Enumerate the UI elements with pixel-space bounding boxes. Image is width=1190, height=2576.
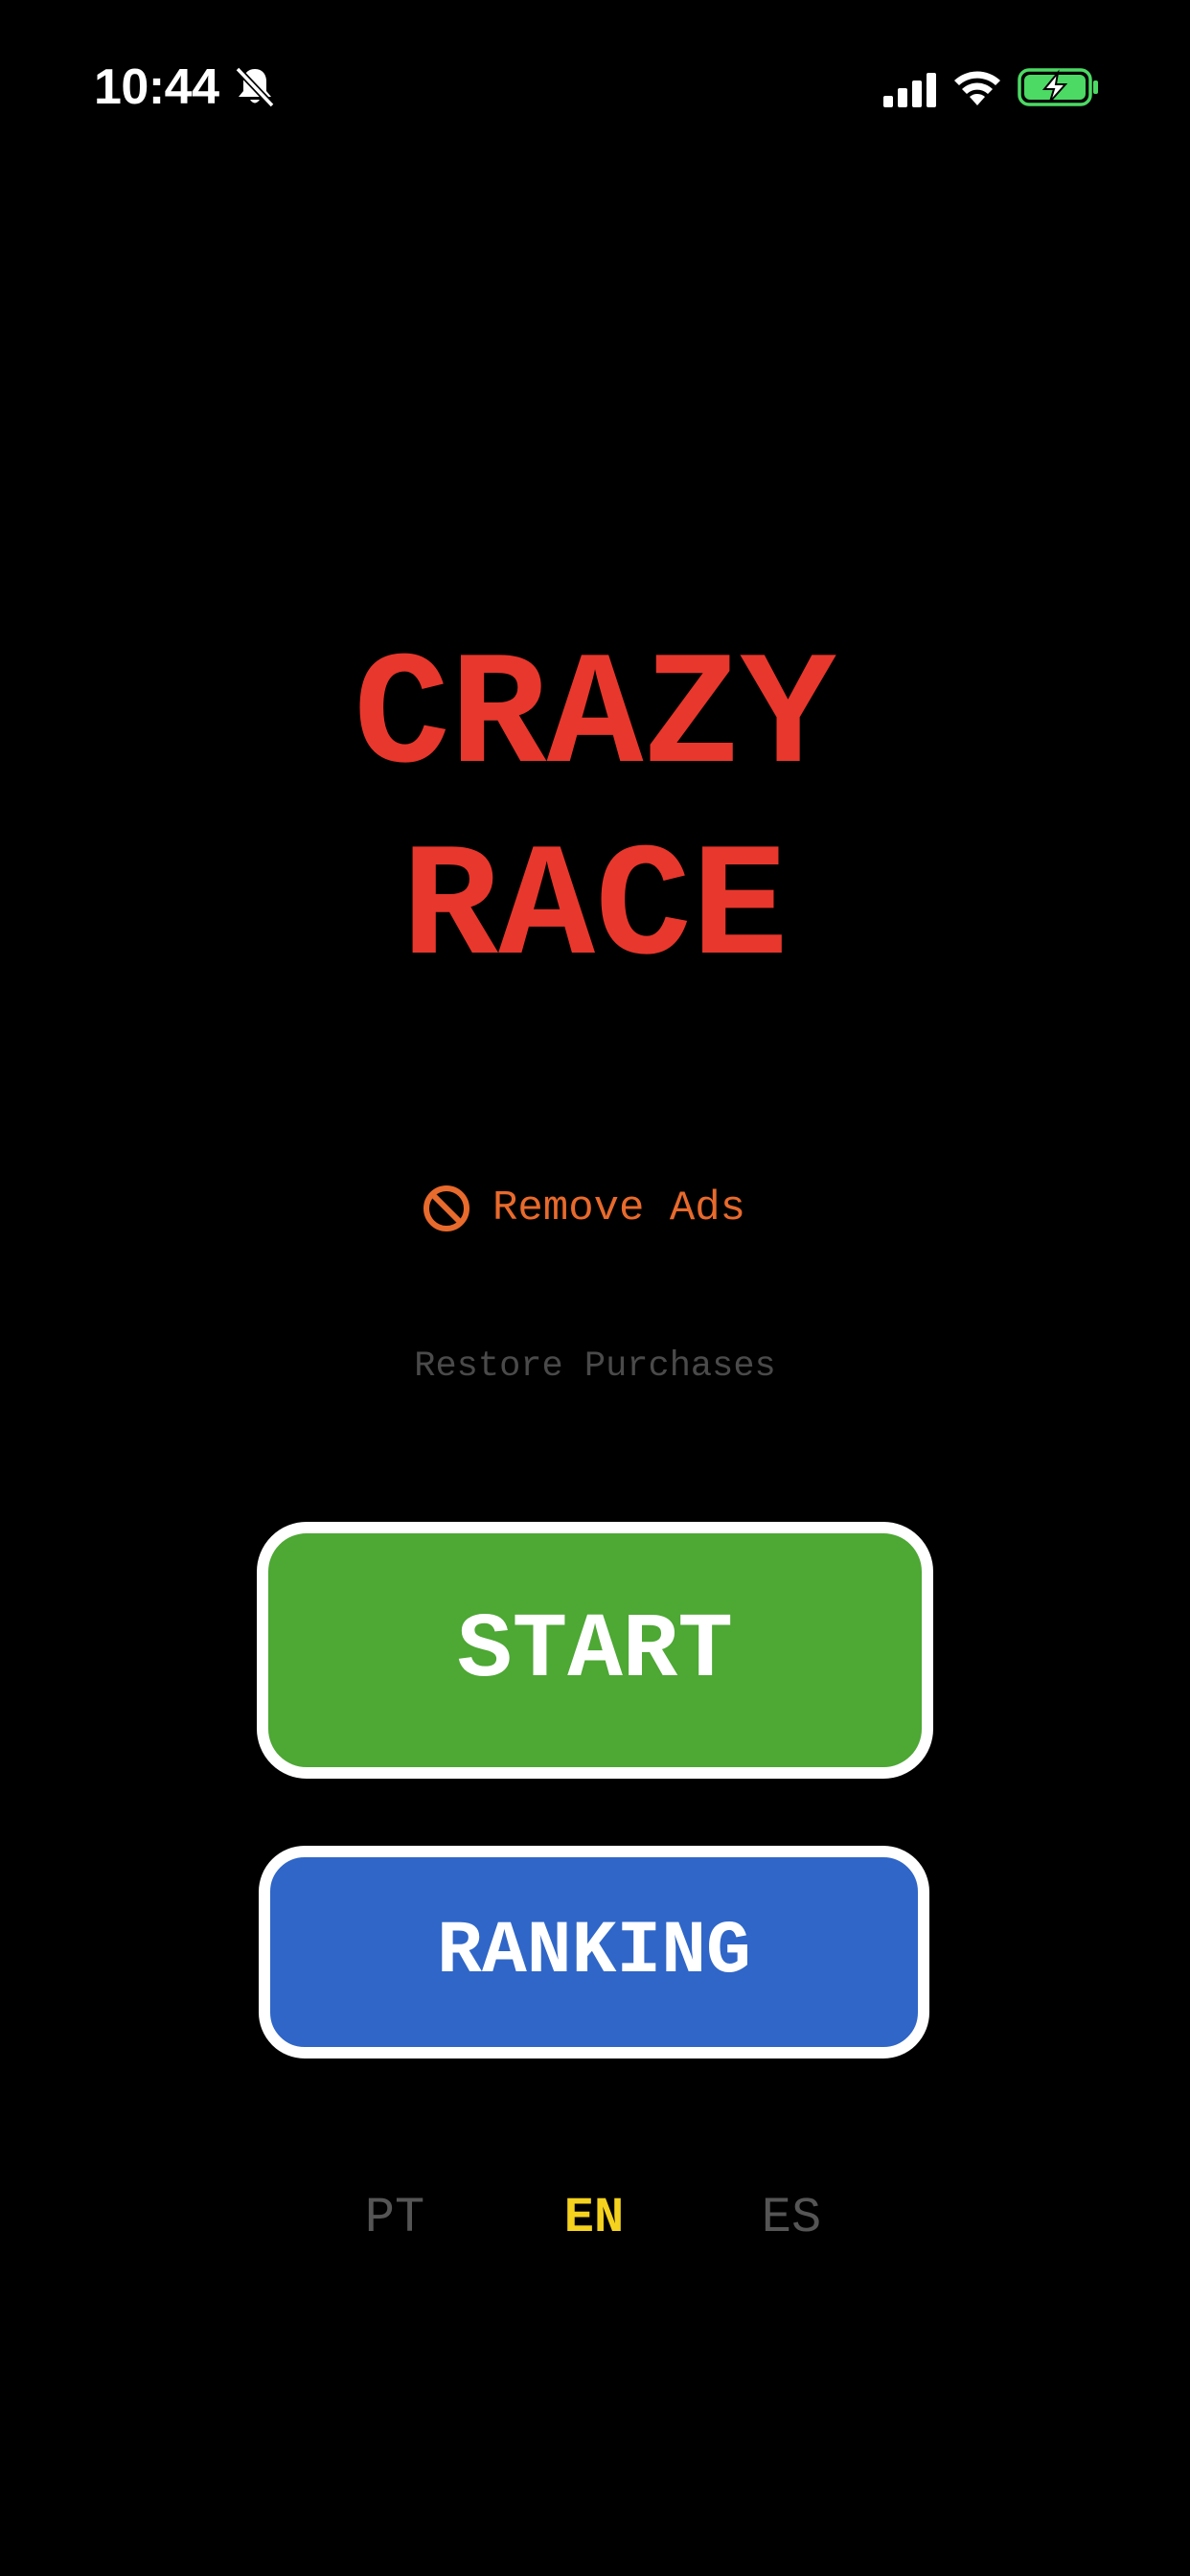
remove-ads-button[interactable]: Remove Ads xyxy=(422,1175,745,1242)
no-ads-icon xyxy=(423,1185,469,1231)
status-bar: 10:44 xyxy=(0,0,1190,172)
restore-purchases-link[interactable]: Restore Purchases xyxy=(0,1338,1190,1395)
cellular-signal-icon xyxy=(883,73,936,107)
ranking-button[interactable]: RANKING xyxy=(259,1846,929,2058)
remove-ads-label: Remove Ads xyxy=(492,1184,746,1232)
language-selector: PT EN ES xyxy=(0,2185,1190,2252)
battery-charging-icon xyxy=(1018,68,1098,106)
ranking-button-label: RANKING xyxy=(437,1910,751,1994)
title-line-1: CRAZY xyxy=(353,628,837,810)
status-time: 10:44 xyxy=(94,59,219,115)
language-option-pt[interactable]: PT xyxy=(337,2185,452,2252)
bell-slash-icon xyxy=(235,66,275,108)
wifi-icon xyxy=(954,71,1000,105)
start-button[interactable]: START xyxy=(257,1522,933,1779)
language-option-es[interactable]: ES xyxy=(734,2185,849,2252)
language-option-en[interactable]: EN xyxy=(537,2185,652,2252)
title-line-2: RACE xyxy=(401,819,789,1001)
start-button-label: START xyxy=(456,1598,734,1703)
game-title: CRAZY RACE xyxy=(0,623,1190,1006)
